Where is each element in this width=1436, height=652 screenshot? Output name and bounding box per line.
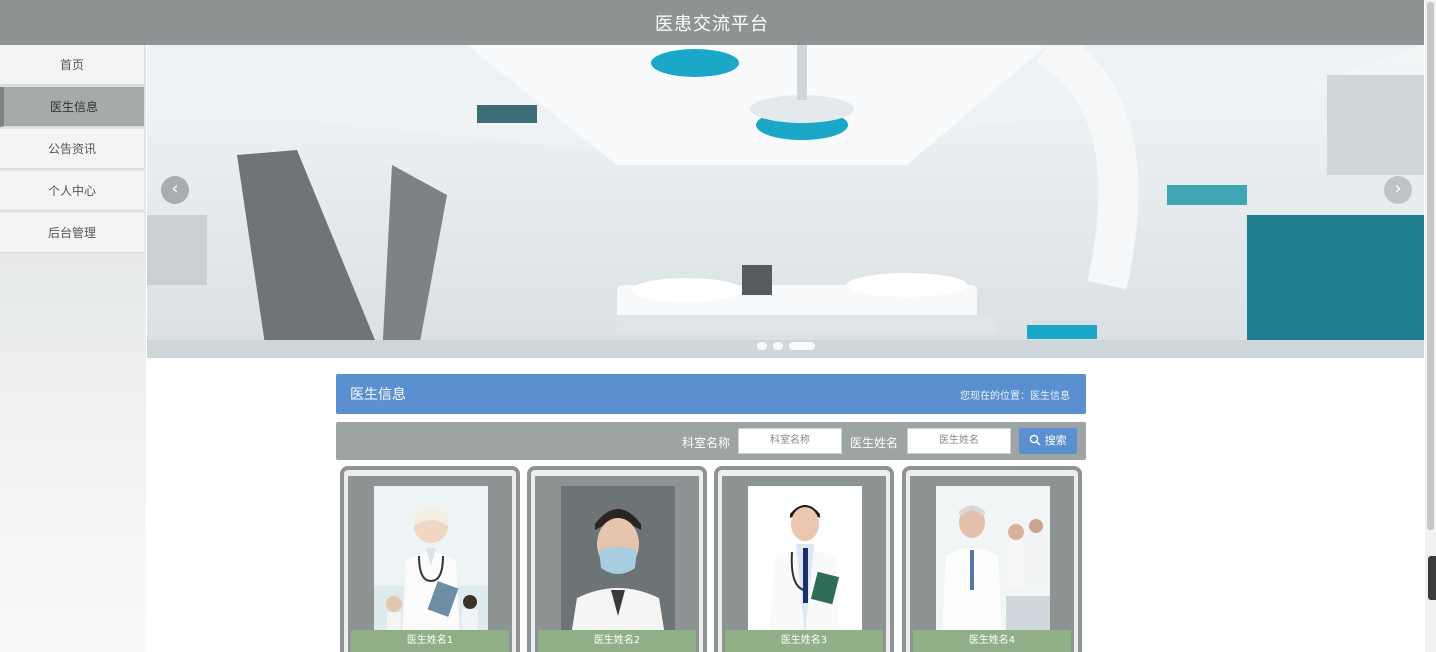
doctor-card-frame: 医生姓名4 bbox=[910, 476, 1074, 652]
search-button-label: 搜索 bbox=[1044, 434, 1067, 447]
chevron-left-icon: ‹ bbox=[171, 178, 179, 199]
doctor-name: 医生姓名4 bbox=[913, 630, 1071, 652]
section-header: 医生信息 您现在的位置：医生信息 bbox=[336, 374, 1086, 414]
doctor-card-frame: 医生姓名2 bbox=[535, 476, 699, 652]
doctor-name: 医生姓名1 bbox=[351, 630, 509, 652]
carousel-next-button[interactable]: › bbox=[1384, 176, 1412, 204]
carousel-dot[interactable] bbox=[773, 342, 783, 350]
doctor-card-frame: 医生姓名3 bbox=[722, 476, 886, 652]
carousel-indicators bbox=[757, 335, 821, 350]
doctor-card[interactable]: 医生姓名3 bbox=[714, 466, 894, 652]
doctor-name: 医生姓名3 bbox=[725, 630, 883, 652]
carousel-dot-active[interactable] bbox=[789, 342, 815, 350]
doctor-name: 医生姓名2 bbox=[538, 630, 696, 652]
chevron-right-icon: › bbox=[1394, 178, 1402, 199]
doctor-card[interactable]: 医生姓名1 bbox=[340, 466, 520, 652]
doctor-card[interactable]: 医生姓名4 bbox=[902, 466, 1082, 652]
side-float-handle[interactable] bbox=[1428, 556, 1436, 600]
section-title: 医生信息 bbox=[350, 387, 406, 403]
doctor-photo bbox=[748, 486, 862, 636]
doctor-label: 医生姓名 bbox=[850, 436, 899, 450]
doctor-search-input[interactable]: 医生姓名 bbox=[907, 428, 1011, 454]
sidebar-item-admin[interactable]: 后台管理 bbox=[0, 213, 144, 253]
page-scrollbar[interactable] bbox=[1425, 0, 1436, 652]
search-button[interactable]: 搜索 bbox=[1019, 428, 1077, 454]
sidebar: 首页 医生信息 公告资讯 个人中心 后台管理 bbox=[0, 45, 146, 652]
search-icon bbox=[1029, 434, 1041, 446]
breadcrumb: 您现在的位置：医生信息 bbox=[960, 391, 1070, 402]
site-title: 医患交流平台 bbox=[655, 14, 769, 35]
sidebar-item-news[interactable]: 公告资讯 bbox=[0, 129, 144, 169]
doctor-photo bbox=[936, 486, 1050, 636]
sidebar-item-profile[interactable]: 个人中心 bbox=[0, 171, 144, 211]
banner-image bbox=[147, 45, 1424, 358]
sidebar-item-home[interactable]: 首页 bbox=[0, 45, 144, 85]
carousel-prev-button[interactable]: ‹ bbox=[161, 176, 189, 204]
scrollbar-thumb[interactable] bbox=[1427, 2, 1434, 530]
doctor-photo bbox=[561, 486, 675, 636]
search-bar: 科室名称 科室名称 医生姓名 医生姓名 搜索 bbox=[336, 422, 1086, 460]
dept-label: 科室名称 bbox=[682, 436, 731, 450]
top-bar: 医患交流平台 bbox=[0, 0, 1424, 45]
carousel-dot[interactable] bbox=[757, 342, 767, 350]
dept-search-input[interactable]: 科室名称 bbox=[738, 428, 842, 454]
doctor-photo bbox=[374, 486, 488, 636]
doctor-card[interactable]: 医生姓名2 bbox=[527, 466, 707, 652]
sidebar-item-doctors[interactable]: 医生信息 bbox=[0, 87, 144, 127]
banner-carousel: ‹ › bbox=[147, 45, 1424, 358]
doctor-card-frame: 医生姓名1 bbox=[348, 476, 512, 652]
